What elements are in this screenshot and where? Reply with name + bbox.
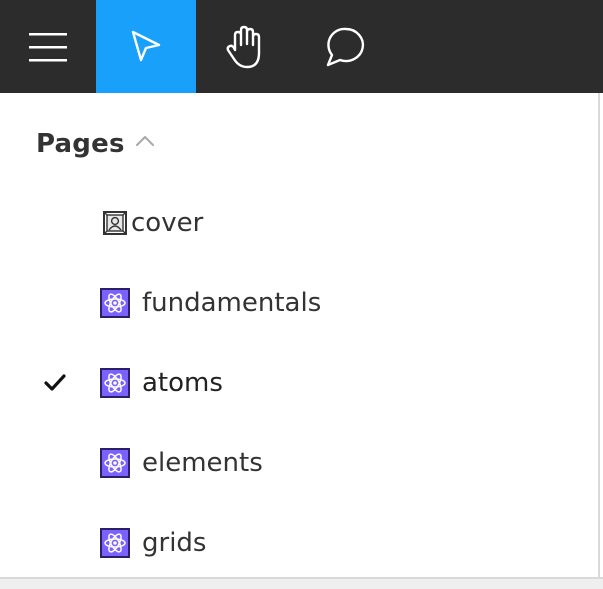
comment-tool-button[interactable]: [296, 0, 392, 93]
panel-bottom-divider: [0, 577, 603, 589]
page-item-grids[interactable]: grids: [0, 513, 598, 573]
hand-tool-button[interactable]: [196, 0, 292, 93]
main-menu-button[interactable]: [0, 0, 96, 93]
toolbar: [0, 0, 603, 93]
page-item-fundamentals[interactable]: fundamentals: [0, 273, 598, 333]
checkmark-icon: [44, 374, 66, 392]
picture-frame-icon: [100, 208, 130, 238]
page-item-label: grids: [142, 528, 207, 558]
pages-panel: [0, 93, 600, 577]
pages-title: Pages: [36, 129, 125, 159]
page-item-elements[interactable]: elements: [0, 433, 598, 493]
page-item-cover[interactable]: cover: [0, 193, 598, 253]
pointer-arrow-icon: [131, 30, 161, 61]
page-item-label: cover: [131, 208, 204, 238]
page-item-label: atoms: [142, 368, 223, 398]
atom-icon: [100, 528, 130, 558]
page-item-label: elements: [142, 448, 263, 478]
pages-header[interactable]: Pages: [36, 125, 155, 163]
atom-icon: [100, 448, 130, 478]
chevron-up-icon[interactable]: [135, 134, 155, 148]
page-item-atoms[interactable]: atoms: [0, 353, 598, 413]
hand-icon: [226, 25, 261, 68]
hamburger-menu-icon: [29, 32, 67, 61]
move-tool-button[interactable]: [96, 0, 196, 93]
page-item-label: fundamentals: [142, 288, 322, 318]
comment-bubble-icon: [326, 27, 365, 66]
atom-icon: [100, 368, 130, 398]
atom-icon: [100, 288, 130, 318]
